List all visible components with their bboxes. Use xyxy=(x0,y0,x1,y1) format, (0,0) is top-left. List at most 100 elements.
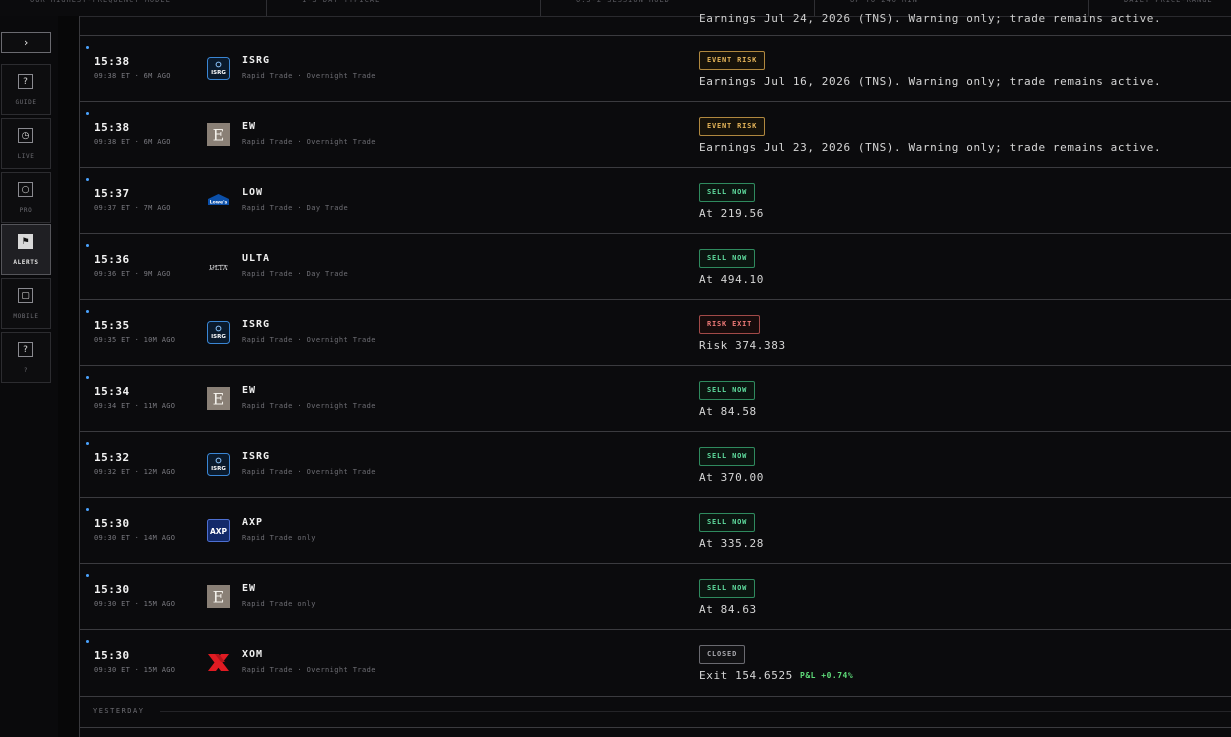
nav-label: PRO xyxy=(19,207,33,214)
alert-badge: SELL NOW xyxy=(699,183,756,202)
nav-help-button[interactable]: ?? xyxy=(1,332,51,383)
alert-ticker[interactable]: ISRG xyxy=(242,55,270,66)
alert-ticker[interactable]: LOW xyxy=(242,187,263,198)
nav-pro-button[interactable]: ○ PRO xyxy=(1,172,51,223)
alert-time: 15:37 xyxy=(94,187,130,200)
nav-label: ? xyxy=(23,367,29,374)
nav-label: LIVE xyxy=(17,153,35,160)
pro-icon: ○ xyxy=(18,182,33,197)
alert-time: 15:34 xyxy=(94,385,130,398)
alert-timestamp: 09:32 ET · 12M AGO xyxy=(94,468,176,476)
unread-dot xyxy=(86,178,89,181)
nav-alerts-button[interactable]: ⚑ ALERTS xyxy=(1,224,51,275)
alert-time: 15:38 xyxy=(94,121,130,134)
alert-timestamp: 09:38 ET · 6M AGO xyxy=(94,72,171,80)
alert-detail: At 335.28 xyxy=(699,537,765,550)
alert-strategy: Rapid Trade · Overnight Trade xyxy=(242,138,376,146)
alert-time: 15:32 xyxy=(94,451,130,464)
alert-strategy: Rapid Trade · Day Trade xyxy=(242,270,349,278)
alert-ticker[interactable]: EW xyxy=(242,121,256,132)
alerts-icon: ⚑ xyxy=(18,234,33,249)
alert-time: 15:30 xyxy=(94,517,130,530)
unread-dot xyxy=(86,574,89,577)
svg-text:E: E xyxy=(213,126,225,145)
alert-ticker[interactable]: EW xyxy=(242,385,256,396)
ulta-logo-icon: ULTA xyxy=(207,255,230,278)
nav-label: ALERTS xyxy=(13,259,39,266)
timeline-gutter xyxy=(58,16,80,737)
alert-detail: At 84.58 xyxy=(699,405,757,418)
svg-text:E: E xyxy=(213,390,225,409)
alert-badge: SELL NOW xyxy=(699,513,756,532)
unread-dot xyxy=(86,46,89,49)
alert-row[interactable]: 15:34 09:34 ET · 11M AGO E EW Rapid Trade · … xyxy=(80,365,1231,430)
alert-strategy: Rapid Trade only xyxy=(242,600,316,608)
alert-strategy: Rapid Trade · Overnight Trade xyxy=(242,402,376,410)
alert-strategy: Rapid Trade · Overnight Trade xyxy=(242,468,376,476)
svg-text:ISRG: ISRG xyxy=(211,334,226,340)
mobile-icon: ▢ xyxy=(18,288,33,303)
alert-detail: Earnings Jul 23, 2026 (TNS). Warning onl… xyxy=(699,141,1162,154)
isrg-logo-icon: ISRG xyxy=(207,57,230,80)
section-label: YESTERDAY xyxy=(93,707,145,715)
alert-time: 15:36 xyxy=(94,253,130,266)
alert-detail: At 84.63 xyxy=(699,603,757,616)
alert-badge: CLOSED xyxy=(699,645,746,664)
alert-badge: SELL NOW xyxy=(699,447,756,466)
alert-timestamp: 09:34 ET · 11M AGO xyxy=(94,402,176,410)
nav-label: MOBILE xyxy=(13,313,39,320)
alert-ticker[interactable]: XOM xyxy=(242,649,263,660)
svg-text:E: E xyxy=(213,588,225,607)
expand-sidebar-button[interactable]: › xyxy=(1,32,51,53)
alert-detail: At 494.10 xyxy=(699,273,765,286)
ew-logo-icon: E xyxy=(207,123,230,146)
top-strip-seg: 1-3 DAY TYPICAL xyxy=(268,0,541,16)
alert-badge: SELL NOW xyxy=(699,381,756,400)
alert-strategy: Rapid Trade only xyxy=(242,534,316,542)
alert-row[interactable]: 15:32 09:32 ET · 12M AGO ISRG ISRG Rapid Tra… xyxy=(80,431,1231,496)
alert-row[interactable]: 15:30 09:30 ET · 15M AGO XOM Rapid Trade · … xyxy=(80,629,1231,694)
alert-row[interactable]: 15:30 09:30 ET · 15M AGO E EW Rapid Trade on… xyxy=(80,563,1231,628)
alert-strategy: Rapid Trade · Overnight Trade xyxy=(242,666,376,674)
alert-timestamp: 09:38 ET · 6M AGO xyxy=(94,138,171,146)
alert-row[interactable]: 15:38 09:38 ET · 6M AGO ISRG ISRG Rapid Trad… xyxy=(80,35,1231,100)
alert-time: 15:35 xyxy=(94,319,130,332)
nav-live-button[interactable]: ◷ LIVE xyxy=(1,118,51,169)
guide-icon: ? xyxy=(18,74,33,89)
alert-row[interactable]: 15:36 09:36 ET · 9M AGO ULTA ULTA Rapid Trad… xyxy=(80,233,1231,298)
isrg-logo-icon: ISRG xyxy=(207,321,230,344)
unread-dot xyxy=(86,244,89,247)
alert-ticker[interactable]: EW xyxy=(242,583,256,594)
alert-ticker[interactable]: ISRG xyxy=(242,319,270,330)
alert-time: 15:38 xyxy=(94,55,130,68)
nav-guide-button[interactable]: ? GUIDE xyxy=(1,64,51,115)
alert-timestamp: 09:30 ET · 15M AGO xyxy=(94,666,176,674)
axp-logo-icon: AXP xyxy=(207,519,230,542)
svg-text:AXP: AXP xyxy=(210,527,228,536)
alert-ticker[interactable]: ULTA xyxy=(242,253,270,264)
alert-row[interactable]: 15:35 09:35 ET · 10M AGO ISRG ISRG Rapid Tra… xyxy=(80,299,1231,364)
alert-time: 15:30 xyxy=(94,583,130,596)
unread-dot xyxy=(86,640,89,643)
unread-dot xyxy=(86,310,89,313)
help-icon: ? xyxy=(18,342,33,357)
alert-row[interactable]: 15:30 09:30 ET · 14M AGO AXP AXP Rapid Trade… xyxy=(80,497,1231,562)
alert-strategy: Rapid Trade · Day Trade xyxy=(242,204,349,212)
nav-mobile-button[interactable]: ▢ MOBILE xyxy=(1,278,51,329)
side-rail: › ? GUIDE ◷ LIVE ○ PRO ⚑ ALERTS ▢ MOBILE?? xyxy=(0,16,59,737)
live-icon: ◷ xyxy=(18,128,33,143)
top-strip-seg: OUR HIGHEST-FREQUENCY MODEL xyxy=(0,0,267,16)
alert-ticker[interactable]: AXP xyxy=(242,517,263,528)
alert-row[interactable]: 15:38 09:38 ET · 6M AGO E EW Rapid Trade · O… xyxy=(80,101,1231,166)
alert-ticker[interactable]: ISRG xyxy=(242,451,270,462)
partial-alert-row[interactable]: Earnings Jul 24, 2026 (TNS). Warning onl… xyxy=(80,12,1231,36)
alert-timestamp: 09:37 ET · 7M AGO xyxy=(94,204,171,212)
alert-timestamp: 09:35 ET · 10M AGO xyxy=(94,336,176,344)
alert-badge: EVENT RISK xyxy=(699,117,766,136)
alert-badge: RISK EXIT xyxy=(699,315,761,334)
alert-detail: Exit 154.6525 xyxy=(699,669,793,682)
alert-strategy: Rapid Trade · Overnight Trade xyxy=(242,336,376,344)
alert-detail: At 219.56 xyxy=(699,207,765,220)
svg-text:ISRG: ISRG xyxy=(211,466,226,472)
alert-row[interactable]: 15:37 09:37 ET · 7M AGO Lowe's LOW Rapid Tra… xyxy=(80,167,1231,232)
